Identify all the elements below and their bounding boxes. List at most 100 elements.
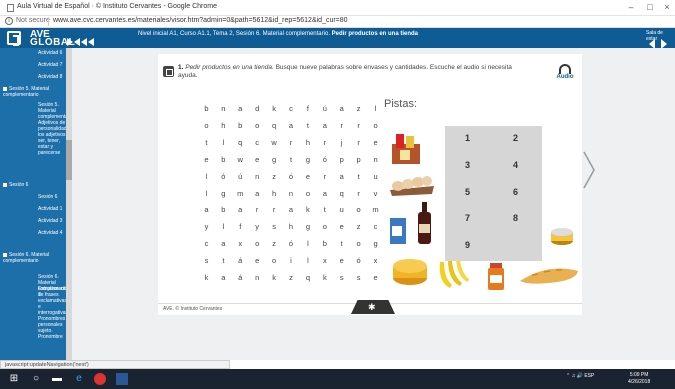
grid-letter[interactable]: m <box>367 202 384 219</box>
prev-icon[interactable] <box>88 38 94 46</box>
edge-browser-icon[interactable]: e <box>73 373 85 385</box>
grid-letter[interactable]: s <box>333 270 350 287</box>
grid-letter[interactable]: h <box>299 135 316 152</box>
sidebar-section[interactable]: Sesión 6. Material complementario <box>3 252 65 264</box>
grid-letter[interactable]: k <box>266 270 283 287</box>
grid-letter[interactable]: k <box>266 101 283 118</box>
grid-letter[interactable]: p <box>333 152 350 169</box>
grid-letter[interactable]: c <box>198 236 215 253</box>
grid-letter[interactable]: ó <box>283 236 300 253</box>
grid-letter[interactable]: e <box>367 135 384 152</box>
grid-letter[interactable]: h <box>266 186 283 203</box>
grid-letter[interactable]: t <box>299 118 316 135</box>
sidebar-section[interactable]: Sesión 6 <box>3 182 65 188</box>
grid-letter[interactable]: g <box>299 219 316 236</box>
grid-letter[interactable]: l <box>215 135 232 152</box>
url-text[interactable]: www.ave.cvc.cervantes.es/materiales/viso… <box>53 17 348 24</box>
grid-letter[interactable]: t <box>316 202 333 219</box>
file-explorer-icon[interactable]: ▬ <box>51 373 63 385</box>
grid-letter[interactable]: u <box>333 202 350 219</box>
grid-letter[interactable]: ó <box>215 169 232 186</box>
grid-letter[interactable]: g <box>215 186 232 203</box>
grid-letter[interactable]: b <box>316 236 333 253</box>
grid-letter[interactable]: l <box>299 253 316 270</box>
grid-letter[interactable]: f <box>232 219 249 236</box>
grid-letter[interactable]: k <box>198 270 215 287</box>
grid-letter[interactable]: b <box>198 101 215 118</box>
expand-icon[interactable] <box>3 182 7 187</box>
grid-letter[interactable]: x <box>367 253 384 270</box>
grid-letter[interactable]: g <box>299 152 316 169</box>
sidebar-item[interactable]: Estructuración de frases exclamativas e … <box>38 286 70 340</box>
sidebar-item[interactable]: Sesión 5. Material complementario. Adjet… <box>38 102 72 156</box>
play-icon[interactable] <box>67 38 73 46</box>
audio-label[interactable]: Audio <box>555 74 575 80</box>
sidebar-item[interactable]: Actividad 7 <box>38 62 66 68</box>
grid-letter[interactable]: z <box>266 169 283 186</box>
grid-letter[interactable]: ú <box>232 169 249 186</box>
grid-letter[interactable]: q <box>299 270 316 287</box>
expand-icon[interactable] <box>3 252 7 257</box>
tray-icons[interactable]: ⌃ ♫ 🔊 <box>566 373 584 379</box>
grid-letter[interactable]: á <box>232 253 249 270</box>
grid-letter[interactable]: t <box>215 253 232 270</box>
grid-letter[interactable]: a <box>333 169 350 186</box>
grid-letter[interactable]: a <box>316 186 333 203</box>
grid-letter[interactable]: r <box>266 202 283 219</box>
sidebar-item[interactable]: Actividad 3 <box>38 218 66 224</box>
grid-letter[interactable]: a <box>232 202 249 219</box>
grid-letter[interactable]: q <box>232 135 249 152</box>
grid-letter[interactable]: ó <box>283 169 300 186</box>
gear-icon[interactable]: ✱ <box>368 302 376 313</box>
grid-letter[interactable]: r <box>316 135 333 152</box>
grid-letter[interactable]: l <box>367 101 384 118</box>
grid-letter[interactable]: c <box>367 219 384 236</box>
grid-letter[interactable]: z <box>350 219 367 236</box>
system-tray[interactable]: ⌃ ♫ 🔊 ESP <box>566 373 594 379</box>
grid-letter[interactable]: e <box>367 270 384 287</box>
grid-letter[interactable]: l <box>198 186 215 203</box>
grid-letter[interactable]: y <box>249 219 266 236</box>
grid-letter[interactable]: b <box>215 152 232 169</box>
grid-letter[interactable]: e <box>198 152 215 169</box>
grid-letter[interactable]: b <box>215 202 232 219</box>
grid-letter[interactable]: m <box>232 186 249 203</box>
grid-letter[interactable]: o <box>249 118 266 135</box>
grid-letter[interactable]: a <box>316 118 333 135</box>
grid-letter[interactable]: r <box>350 135 367 152</box>
grid-letter[interactable]: r <box>283 135 300 152</box>
grid-letter[interactable]: á <box>232 270 249 287</box>
address-bar[interactable]: i Not secure www.ave.cvc.cervantes.es/ma… <box>0 16 675 28</box>
grid-letter[interactable]: a <box>215 270 232 287</box>
clock[interactable]: 5:09 PM 4/26/2018 <box>628 372 650 386</box>
grid-letter[interactable]: a <box>333 101 350 118</box>
grid-letter[interactable]: i <box>283 253 300 270</box>
grid-letter[interactable]: o <box>299 186 316 203</box>
prev-icon[interactable] <box>81 38 87 46</box>
grid-letter[interactable]: ó <box>350 253 367 270</box>
word-search-grid[interactable]: bnadkcfúazlohboqatarrotlqcwrhrjreebwegtg… <box>198 101 384 287</box>
minimize-icon[interactable]: – <box>621 2 641 12</box>
grid-letter[interactable]: a <box>232 101 249 118</box>
grid-letter[interactable]: j <box>333 135 350 152</box>
grid-letter[interactable]: n <box>367 152 384 169</box>
grid-letter[interactable]: l <box>299 236 316 253</box>
grid-letter[interactable]: z <box>266 236 283 253</box>
language-indicator[interactable]: ESP <box>584 373 594 379</box>
grid-letter[interactable]: e <box>333 253 350 270</box>
grid-letter[interactable]: v <box>367 186 384 203</box>
close-icon[interactable]: × <box>657 2 675 12</box>
grid-letter[interactable]: f <box>299 101 316 118</box>
grid-letter[interactable]: o <box>350 236 367 253</box>
grid-letter[interactable]: t <box>333 236 350 253</box>
grid-letter[interactable]: a <box>283 202 300 219</box>
grid-letter[interactable]: z <box>283 270 300 287</box>
session-nav-arrows[interactable] <box>67 38 94 46</box>
prev-icon[interactable] <box>74 38 80 46</box>
grid-letter[interactable]: x <box>232 236 249 253</box>
grid-letter[interactable]: s <box>198 253 215 270</box>
grid-letter[interactable]: k <box>316 270 333 287</box>
grid-letter[interactable]: r <box>333 118 350 135</box>
grid-letter[interactable]: o <box>350 202 367 219</box>
grid-letter[interactable]: h <box>283 219 300 236</box>
